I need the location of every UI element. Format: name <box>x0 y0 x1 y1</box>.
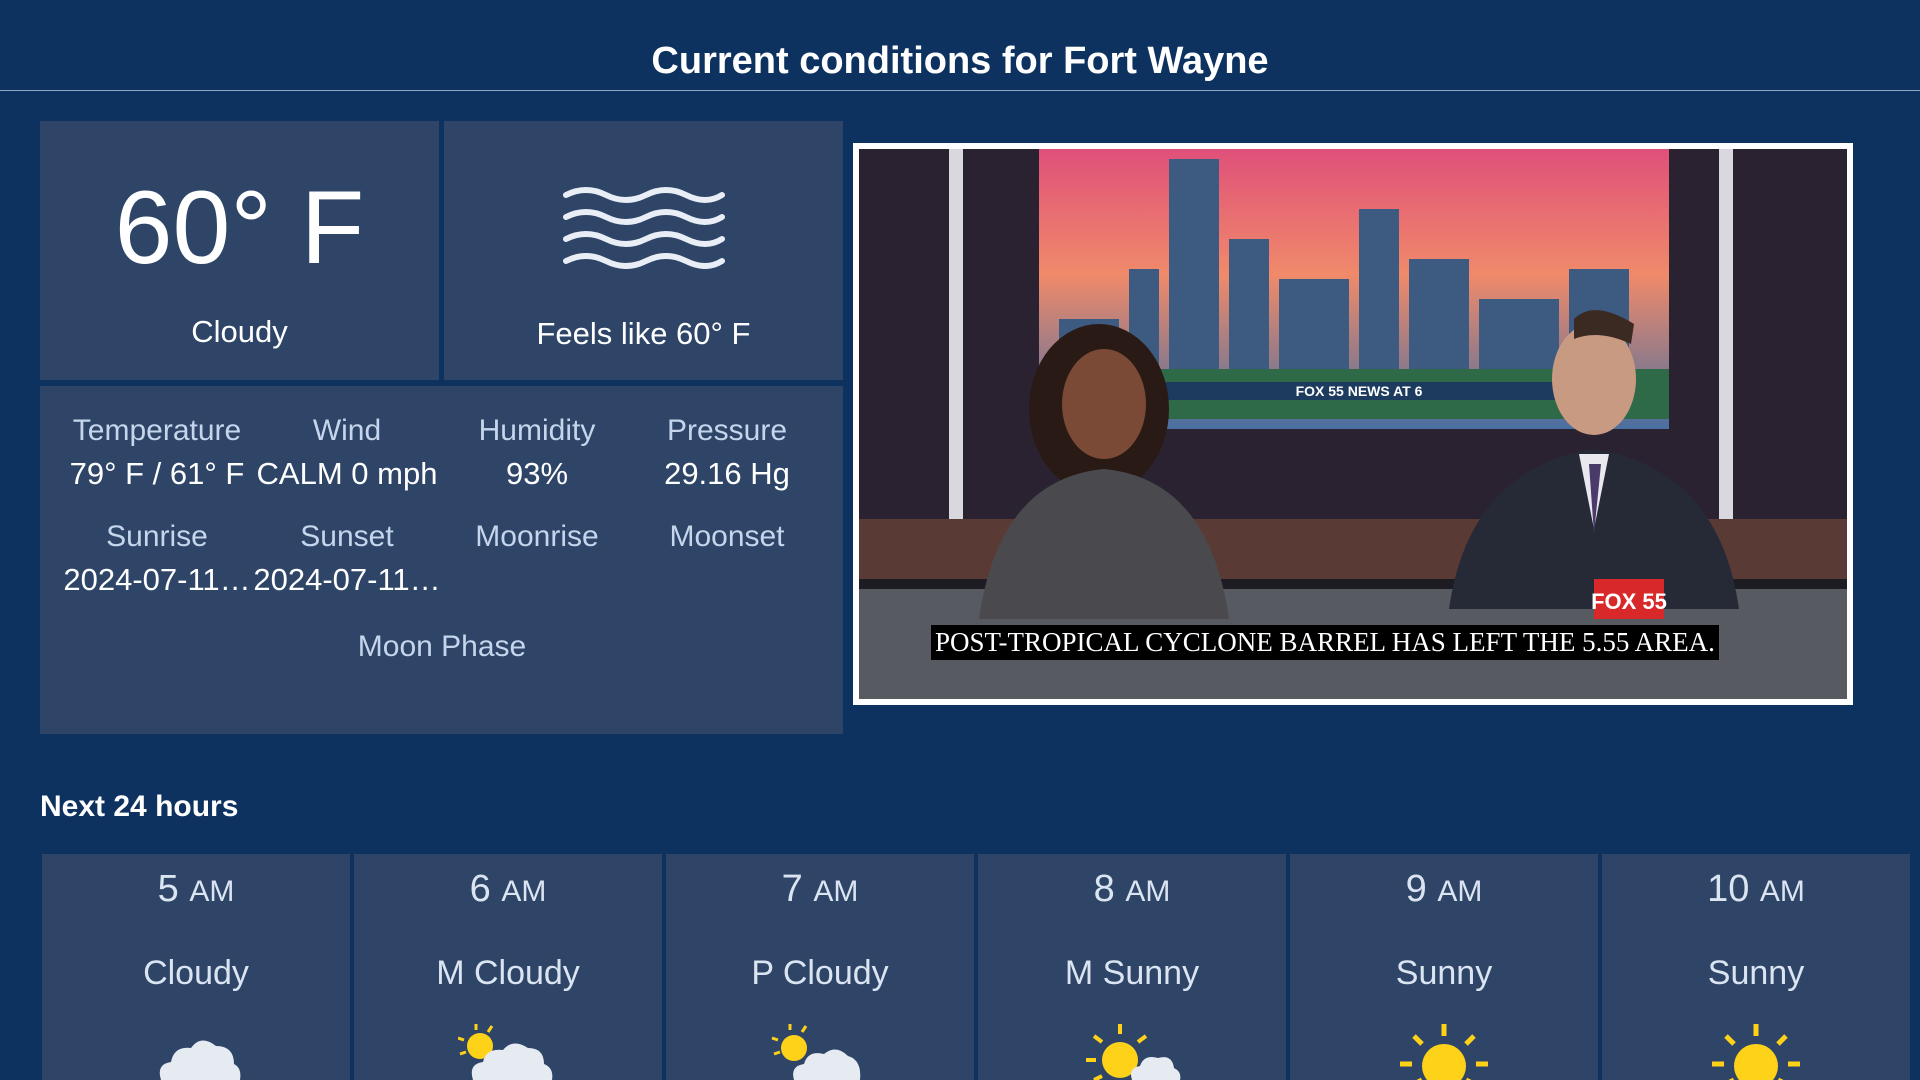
hour-card[interactable]: 8 AM M Sunny <box>978 854 1286 1080</box>
current-condition: Cloudy <box>191 314 288 349</box>
hour-condition: P Cloudy <box>751 954 889 992</box>
wind-value: CALM 0 mph <box>256 456 438 491</box>
hour-card[interactable]: 10 AM Sunny <box>1602 854 1910 1080</box>
news-studio-image: FOX 55 NEWS AT 6 FOX 55 <box>859 149 1847 699</box>
hour-value: 5 <box>157 868 179 910</box>
station-logo: FOX 55 <box>1591 589 1667 614</box>
moonrise-label: Moonrise <box>475 520 599 553</box>
hour-time: 7 AM <box>666 868 974 911</box>
header: Current conditions for Fort Wayne <box>0 0 1920 91</box>
hour-ampm: AM <box>1437 875 1483 908</box>
hour-ampm: AM <box>189 875 235 908</box>
hour-condition: Cloudy <box>143 954 249 992</box>
hour-condition: M Sunny <box>1064 954 1200 992</box>
hour-ampm: AM <box>1759 875 1805 908</box>
sunset-label: Sunset <box>300 520 394 553</box>
hour-time: 6 AM <box>354 868 662 911</box>
hour-time: 10 AM <box>1602 868 1910 911</box>
sunrise-label: Sunrise <box>106 520 208 553</box>
sun-small-cloud-icon <box>1086 1024 1181 1080</box>
hour-time: 8 AM <box>978 868 1286 911</box>
closed-caption: POST-TROPICAL CYCLONE BARREL HAS LEFT TH… <box>931 625 1719 660</box>
current-temperature: 60° F <box>114 170 365 286</box>
hour-ampm: AM <box>1125 875 1171 908</box>
moon-phase-label: Moon Phase <box>357 630 527 663</box>
hour-condition: Sunny <box>1395 954 1493 992</box>
hour-value: 7 <box>781 868 803 910</box>
page-title: Current conditions for Fort Wayne <box>651 40 1269 82</box>
hour-card[interactable]: 9 AM Sunny <box>1290 854 1598 1080</box>
sun-behind-cloud-icon <box>458 1024 553 1080</box>
fog-waves-icon <box>563 187 725 269</box>
feels-like-text: Feels like 60° F <box>536 316 751 351</box>
hour-value: 10 <box>1707 868 1750 910</box>
humidity-label: Humidity <box>478 414 596 447</box>
sun-behind-cloud-icon <box>771 1024 861 1080</box>
ticker-text: FOX 55 NEWS AT 6 <box>1296 383 1423 399</box>
humidity-value: 93% <box>505 456 569 491</box>
moonset-label: Moonset <box>669 520 785 553</box>
hour-value: 9 <box>1405 868 1427 910</box>
temperature-value: 79° F / 61° F <box>69 456 245 491</box>
pressure-label: Pressure <box>666 414 788 447</box>
cloud-icon <box>159 1040 241 1080</box>
hour-value: 6 <box>469 868 491 910</box>
pressure-value: 29.16 Hg <box>664 456 790 491</box>
hour-card[interactable]: 6 AM M Cloudy <box>354 854 662 1080</box>
sun-icon <box>1400 1024 1488 1080</box>
hour-ampm: AM <box>813 875 859 908</box>
hour-value: 8 <box>1093 868 1115 910</box>
video-player[interactable]: FOX 55 NEWS AT 6 FOX 55 POST-TROPICAL CY… <box>853 143 1853 705</box>
sun-icon <box>1712 1024 1800 1080</box>
hour-condition: M Cloudy <box>436 954 580 992</box>
hour-time: 5 AM <box>42 868 350 911</box>
hour-time: 9 AM <box>1290 868 1598 911</box>
hour-condition: Sunny <box>1707 954 1805 992</box>
sunset-value: 2024-07-11… <box>253 562 441 597</box>
forecast-title: Next 24 hours <box>40 790 239 823</box>
temperature-label: Temperature <box>72 414 242 447</box>
video-frame[interactable]: FOX 55 NEWS AT 6 FOX 55 POST-TROPICAL CY… <box>859 149 1847 699</box>
hour-card[interactable]: 5 AM Cloudy <box>42 854 350 1080</box>
wind-label: Wind <box>312 414 382 447</box>
sunrise-value: 2024-07-11… <box>63 562 251 597</box>
hour-card[interactable]: 7 AM P Cloudy <box>666 854 974 1080</box>
hour-ampm: AM <box>501 875 547 908</box>
